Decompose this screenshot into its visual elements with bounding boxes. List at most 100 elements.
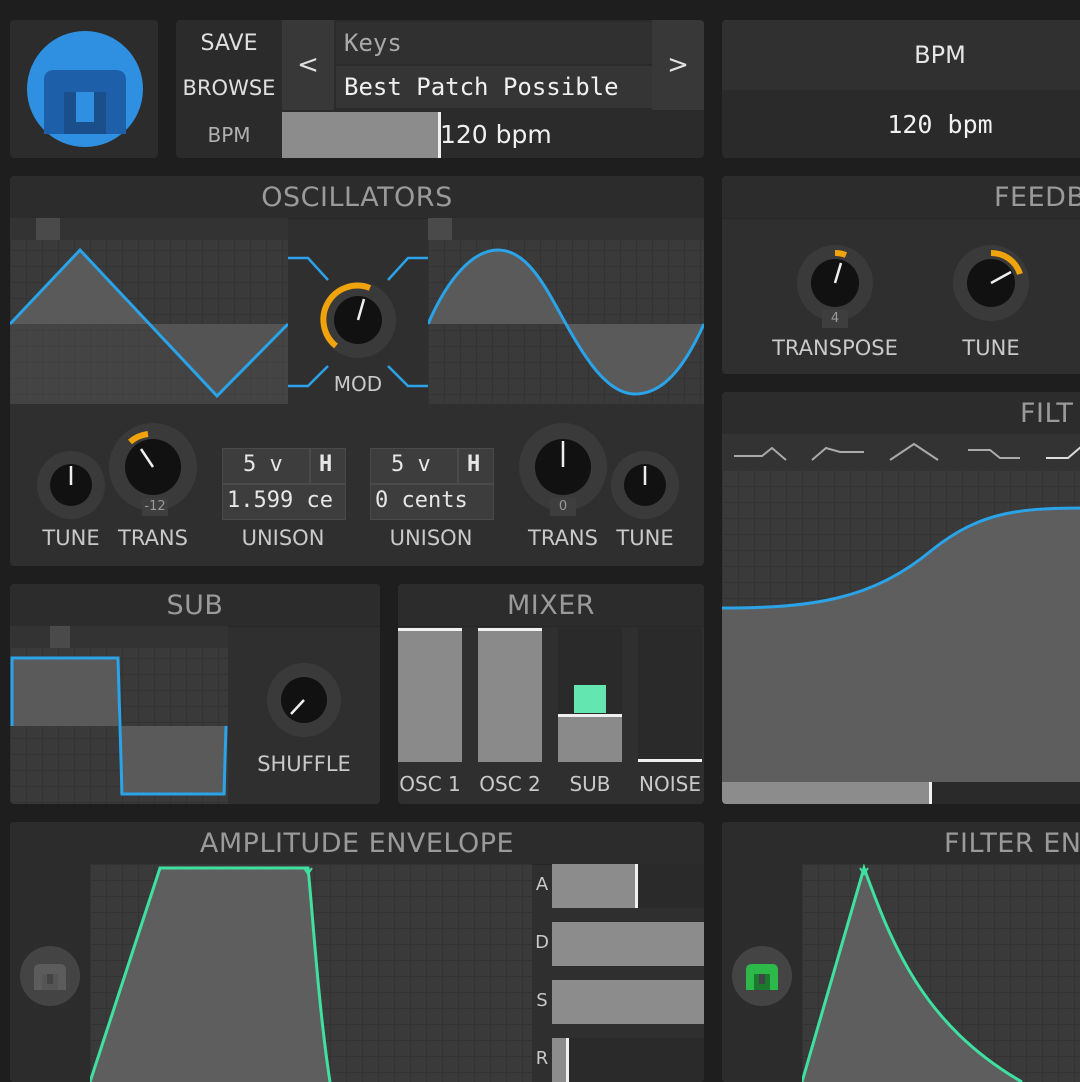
shuffle-knob[interactable] [266,662,342,738]
bpm-slider[interactable]: 120 bpm [282,112,704,158]
osc1-waveform-display[interactable] [10,218,288,404]
filter-env-curve [802,864,1023,1082]
bpm-panel-title: BPM [722,20,1080,90]
feedback-panel: FEEDB 4 TRANSPOSE TUNE [722,176,1080,374]
osc2-tune-label: TUNE [616,526,674,550]
amp-env-d-label: D [535,932,549,953]
filter-env-display[interactable] [802,864,1080,1082]
filter-mix-slider-handle[interactable] [929,782,932,804]
amp-env-r-label: R [535,1048,549,1069]
filter-envelope-panel: FILTER EN [722,822,1080,1082]
oscillators-panel: OSCILLATORS MOD TUNE -12 TRANS 5 v H 1.5… [10,176,704,566]
osc1-tune-knob[interactable] [36,450,106,520]
osc2-trans-label: TRANS [528,526,598,550]
bpm-label: BPM [207,123,251,147]
filter-env-mod-source-icon[interactable] [730,944,794,1008]
osc2-tune-knob[interactable] [610,450,680,520]
mixer-channel-label: SUB [569,772,611,796]
osc2-sine-wave [428,248,704,396]
feedback-transpose-value: 4 [822,310,848,328]
mixer-channel-3[interactable] [558,628,622,762]
mod-label: MOD [333,372,383,396]
osc1-trans-label: TRANS [118,526,188,550]
prev-patch-button[interactable]: < [282,20,334,110]
mixer-channel-4[interactable] [638,628,702,762]
mixer-level-fill [558,714,622,762]
amp-env-slider-handle[interactable] [635,864,638,908]
amp-env-display[interactable] [90,864,532,1082]
osc1-unison-detune-value: 1.599 ce [227,488,333,513]
osc1-unison-harmonize[interactable]: H [310,448,346,484]
feedback-transpose-label: TRANSPOSE [772,336,898,360]
amp-env-d-slider[interactable] [552,922,704,966]
feedback-title: FEEDB [722,176,1080,219]
patch-name[interactable]: Best Patch Possible [336,66,660,108]
helm-logo-icon[interactable] [22,30,148,148]
filter-panel: FILT [722,392,1080,804]
amp-env-curve [90,866,332,1082]
mixer-channel-1[interactable] [398,628,462,762]
filter-mix-slider[interactable] [722,782,1080,804]
osc1-trans-value: -12 [142,498,168,516]
mixer-level-fill [638,759,702,762]
browse-button[interactable]: BROWSE [176,66,282,110]
mixer-panel: MIXER OSC 1 OSC 2 SUB NOISE [398,584,704,804]
amp-env-a-slider[interactable] [552,864,704,908]
amp-env-s-slider[interactable] [552,980,704,1024]
lowpass-icon[interactable] [732,440,788,464]
amp-env-slider-handle[interactable] [566,1038,569,1082]
feedback-tune-knob[interactable] [952,244,1030,322]
filter-response-curve [722,506,1080,782]
osc2-unison-harmonize[interactable]: H [458,448,494,484]
osc1-unison-label: UNISON [241,526,325,550]
osc2-unison-voices[interactable]: 5 v [370,448,458,484]
bandpass-icon[interactable] [888,440,944,464]
sub-panel: SUB SHUFFLE [10,584,380,804]
mixer-sub-handle[interactable] [574,685,606,713]
amp-env-a-label: A [535,874,549,895]
bpm-panel-value[interactable]: 120 bpm [722,90,1080,158]
mixer-channel-2[interactable] [478,628,542,762]
bpm-slider-value: 120 bpm [440,120,552,149]
osc1-unison-h-label: H [319,452,333,477]
patch-browser: SAVE BROWSE < Keys Best Patch Possible >… [176,20,704,158]
amp-env-r-slider[interactable] [552,1038,704,1082]
shuffle-label: SHUFFLE [257,752,351,776]
amp-env-slider-fill [552,864,638,908]
shelf-icon[interactable] [966,440,1022,464]
amp-env-slider-fill [552,980,704,1024]
osc1-unison-detune[interactable]: 1.599 ce [222,484,346,520]
amp-env-mod-source-icon[interactable] [18,944,82,1008]
osc2-waveform-display[interactable] [428,218,704,404]
osc1-unison-voices[interactable]: 5 v [222,448,310,484]
osc1-unison-voices-value: 5 v [243,452,283,477]
amp-envelope-panel: AMPLITUDE ENVELOPE A D S R [10,822,704,1082]
mixer-level-fill [398,628,462,762]
mod-knob[interactable] [318,280,398,360]
patch-folder: Keys [336,22,660,64]
osc2-unison-voices-value: 5 v [391,452,431,477]
filter-title: FILT [722,392,1080,435]
feedback-tune-label: TUNE [962,336,1020,360]
sub-title: SUB [10,584,380,627]
amp-env-s-label: S [536,990,548,1011]
osc1-tune-label: TUNE [42,526,100,550]
osc2-unison-h-label: H [467,452,481,477]
bpm-panel: BPM 120 bpm [722,20,1080,158]
sub-square-wave [10,656,228,796]
osc1-triangle-wave [10,247,288,404]
amp-env-slider-fill [552,922,704,966]
save-button[interactable]: SAVE [176,20,282,66]
osc2-unison-detune[interactable]: 0 cents [370,484,494,520]
mixer-level-fill [478,628,542,762]
next-patch-button[interactable]: > [652,20,704,110]
mixer-channel-label: NOISE [639,772,701,796]
filter-response-display[interactable] [722,470,1080,782]
osc2-unison-detune-value: 0 cents [375,488,468,513]
highpass-icon[interactable] [810,440,866,464]
logo-panel [10,20,158,158]
amp-envelope-title: AMPLITUDE ENVELOPE [10,822,704,865]
highshelf-selected-icon[interactable] [1044,440,1080,464]
bpm-slider-fill [282,112,438,158]
sub-waveform-display[interactable] [10,626,228,804]
